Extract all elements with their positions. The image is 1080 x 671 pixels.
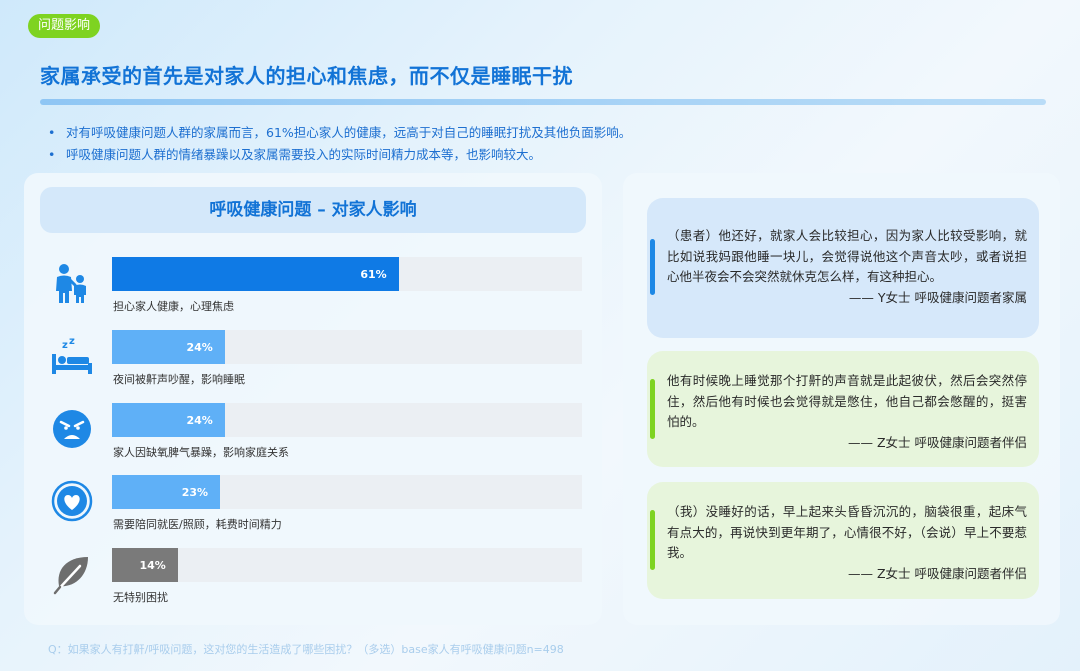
title-divider <box>40 99 1046 105</box>
bar-row: 24% 家人因缺氧脾气暴躁，影响家庭关系 <box>24 403 602 465</box>
svg-text:z: z <box>62 340 68 351</box>
quote-accent-bar <box>650 239 655 295</box>
quote-box: 他有时候晚上睡觉那个打鼾的声音就是此起彼伏，然后会突然停住，然后他有时候也会觉得… <box>647 351 1039 467</box>
footnote: Q：如果家人有打鼾/呼吸问题，这对您的生活造成了哪些困扰？（多选）base家人有… <box>48 643 564 656</box>
bar-track: 23% <box>112 475 582 509</box>
bullet-item: • 对有呼吸健康问题人群的家属而言，61%担心家人的健康，远高于对自己的睡眠打扰及… <box>48 125 632 140</box>
bar: 14% <box>112 548 178 582</box>
quote-accent-bar <box>650 379 655 439</box>
bar-category-label: 无特别困扰 <box>113 591 168 604</box>
page-title: 家属承受的首先是对家人的担心和焦虑，而不仅是睡眠干扰 <box>40 64 573 88</box>
heart-icon <box>50 479 94 523</box>
bar-category-label: 家人因缺氧脾气暴躁，影响家庭关系 <box>113 446 289 459</box>
svg-text:z: z <box>69 336 75 347</box>
angry-face-icon <box>50 407 94 451</box>
bar-category-label: 需要陪同就医/照顾，耗费时间精力 <box>113 518 282 531</box>
quote-box: （患者）他还好，就家人会比较担心，因为家人比较受影响，就比如说我妈跟他睡一块儿，… <box>647 198 1039 338</box>
summary-bullets: • 对有呼吸健康问题人群的家属而言，61%担心家人的健康，远高于对自己的睡眠打扰及… <box>48 122 631 166</box>
quote-source: —— Y女士 呼吸健康问题者家属 <box>848 289 1027 305</box>
bar-track: 61% <box>112 257 582 291</box>
bar: 23% <box>112 475 221 509</box>
quote-text: 他有时候晚上睡觉那个打鼾的声音就是此起彼伏，然后会突然停住，然后他有时候也会觉得… <box>667 373 1027 429</box>
bar: 24% <box>112 330 225 364</box>
bar-category-label: 担心家人健康，心理焦虑 <box>113 300 234 313</box>
quote-text: （患者）他还好，就家人会比较担心，因为家人比较受影响，就比如说我妈跟他睡一块儿，… <box>667 228 1027 284</box>
bar-track: 14% <box>112 548 582 582</box>
bar-row: 61% 担心家人健康，心理焦虑 <box>24 257 602 319</box>
bullet-text: 呼吸健康问题人群的情绪暴躁以及家属需要投入的实际时间精力成本等，也影响较大。 <box>66 147 542 162</box>
bar-track: 24% <box>112 330 582 364</box>
quote-text: （我）没睡好的话，早上起来头昏昏沉沉的，脑袋很重，起床气有点大的，再说快到更年期… <box>667 504 1027 560</box>
quote-source: —— Z女士 呼吸健康问题者伴侣 <box>847 434 1027 450</box>
chart-title: 呼吸健康问题 – 对家人影响 <box>40 187 586 233</box>
bullet-item: • 呼吸健康问题人群的情绪暴躁以及家属需要投入的实际时间精力成本等，也影响较大。 <box>48 147 542 162</box>
section-tag: 问题影响 <box>28 14 100 38</box>
bar: 24% <box>112 403 225 437</box>
bar: 61% <box>112 257 399 291</box>
leaf-icon <box>50 552 94 596</box>
sleep-icon: z z <box>50 334 94 378</box>
bar-value-label: 23% <box>181 485 209 499</box>
bar-row: 14% 无特别困扰 <box>24 548 602 610</box>
quote-box: （我）没睡好的话，早上起来头昏昏沉沉的，脑袋很重，起床气有点大的，再说快到更年期… <box>647 482 1039 599</box>
chart-card: 呼吸健康问题 – 对家人影响 61% 担心家人健康，心理焦虑 z z 24% 夜… <box>24 173 602 625</box>
bullet-text: 对有呼吸健康问题人群的家属而言，61%担心家人的健康，远高于对自己的睡眠打扰及其… <box>66 125 632 140</box>
quote-accent-bar <box>650 510 655 570</box>
bar-value-label: 14% <box>139 558 166 572</box>
bar-value-label: 24% <box>186 340 213 354</box>
quote-source: —— Z女士 呼吸健康问题者伴侣 <box>847 565 1027 581</box>
bar-value-label: 24% <box>186 413 213 427</box>
bar-value-label: 61% <box>360 267 387 281</box>
family-icon <box>50 261 94 305</box>
bar-row: 23% 需要陪同就医/照顾，耗费时间精力 <box>24 475 602 537</box>
bar-category-label: 夜间被鼾声吵醒，影响睡眠 <box>113 373 245 386</box>
bar-track: 24% <box>112 403 582 437</box>
bar-row: z z 24% 夜间被鼾声吵醒，影响睡眠 <box>24 330 602 392</box>
quotes-card: （患者）他还好，就家人会比较担心，因为家人比较受影响，就比如说我妈跟他睡一块儿，… <box>623 173 1060 625</box>
